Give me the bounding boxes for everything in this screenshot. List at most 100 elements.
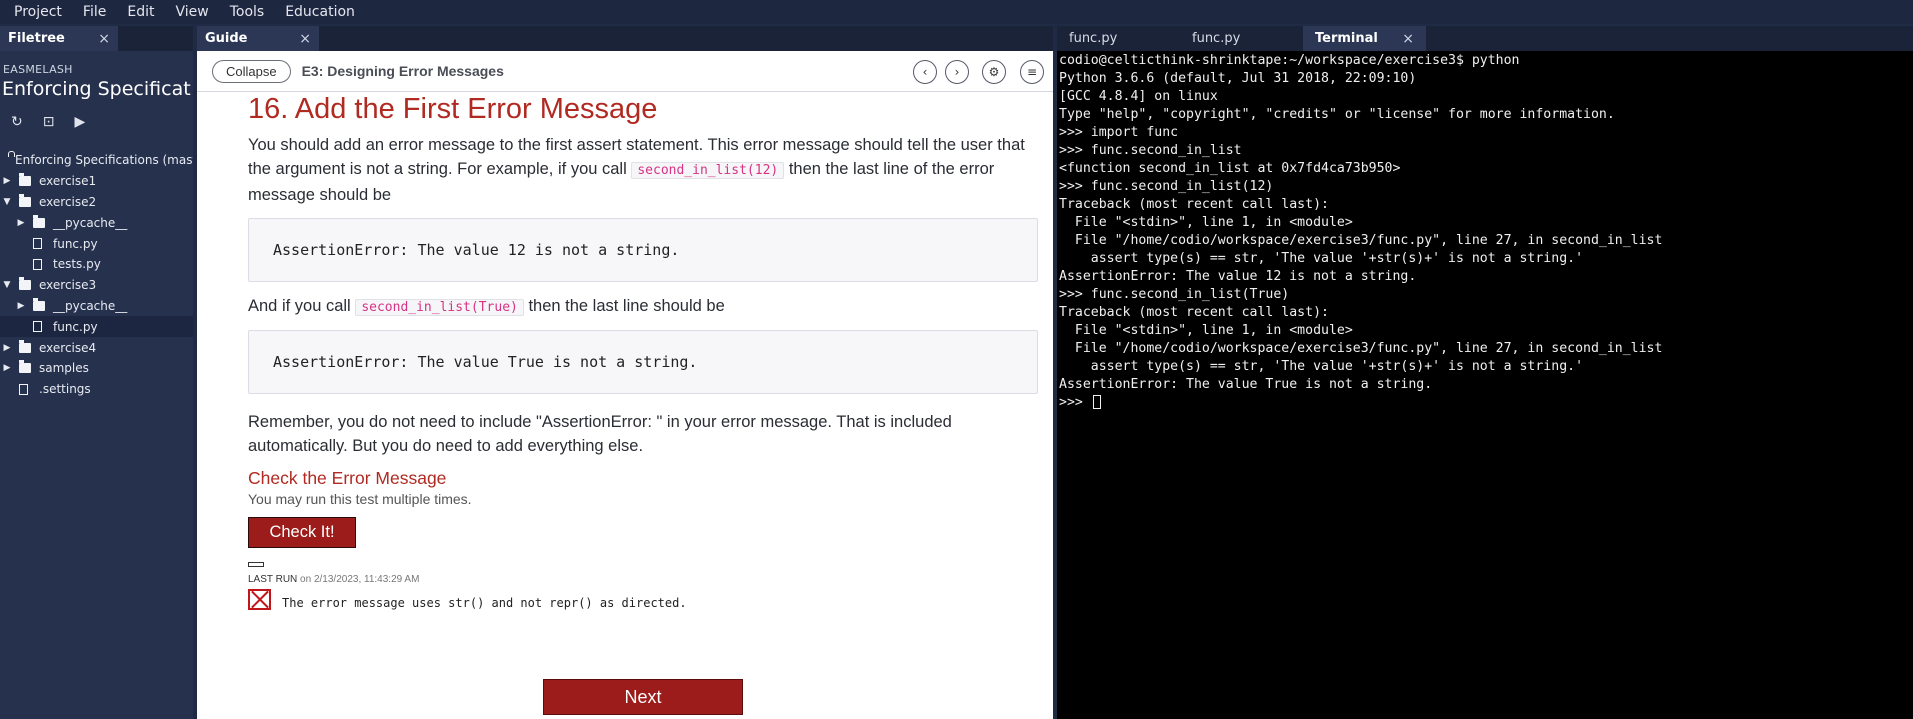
menu-tools[interactable]: Tools — [223, 4, 272, 20]
run-icon[interactable]: ▶ — [74, 114, 85, 130]
folder-item[interactable]: ▶ exercise1 — [0, 171, 193, 192]
terminal-output[interactable]: codio@celticthink-shrinktape:~/workspace… — [1057, 51, 1913, 412]
tab-filetree-label: Filetree — [8, 31, 65, 46]
editor-tabbar: func.py func.py Terminal × — [1057, 26, 1913, 51]
terminal-line: codio@celticthink-shrinktape:~/workspace… — [1059, 53, 1520, 68]
menu-project[interactable]: Project — [7, 4, 69, 20]
tree-item-label: .settings — [39, 382, 91, 397]
chevron-right-icon[interactable]: › — [945, 60, 969, 84]
chevron-right-icon[interactable]: ▶ — [1, 363, 13, 373]
file-item[interactable]: tests.py — [0, 254, 193, 275]
file-item[interactable]: .settings — [0, 379, 193, 400]
terminal-line: File "<stdin>", line 1, in <module> — [1059, 215, 1353, 230]
tree-item-label: func.py — [53, 236, 98, 251]
chevron-right-icon[interactable]: ▶ — [15, 301, 27, 311]
menu-education[interactable]: Education — [278, 4, 362, 20]
filetree-toolbar: ↻ ⊡ ▶ — [11, 114, 193, 130]
refresh-icon[interactable]: ↻ — [11, 114, 23, 130]
tab-filetree[interactable]: Filetree × — [0, 26, 118, 51]
folder-item[interactable]: ▼ exercise2 — [0, 192, 193, 213]
page-title: 16. Add the First Error Message — [248, 93, 658, 125]
terminal-line: File "/home/codio/workspace/exercise3/fu… — [1059, 233, 1663, 248]
tab-func-py-2[interactable]: func.py — [1180, 26, 1303, 51]
paragraph-text: then the last line should be — [523, 297, 725, 315]
folder-icon — [19, 360, 31, 374]
terminal-icon[interactable]: ⊡ — [43, 114, 55, 130]
terminal-line: >>> import func — [1059, 125, 1179, 140]
tab-func-py-1[interactable]: func.py — [1057, 26, 1180, 51]
tree-item-label: __pycache__ — [53, 215, 128, 230]
paragraph-text: And if you call — [248, 297, 356, 315]
chevron-right-icon[interactable]: ▶ — [1, 343, 13, 353]
code-block-2: AssertionError: The value True is not a … — [248, 330, 1038, 394]
terminal-line: Type "help", "copyright", "credits" or "… — [1059, 107, 1615, 122]
code-block-1: AssertionError: The value 12 is not a st… — [248, 218, 1038, 282]
folder-item[interactable]: ▶ __pycache__ — [0, 212, 193, 233]
chevron-right-icon[interactable]: ▶ — [1, 176, 13, 186]
file-item[interactable]: func.py — [0, 233, 193, 254]
check-note: You may run this test multiple times. — [248, 491, 472, 507]
file-icon — [33, 238, 42, 250]
tree-item-label: exercise4 — [39, 340, 97, 355]
filetree-root[interactable]: Enforcing Specifications (maste — [0, 150, 193, 171]
terminal-prompt-line[interactable]: >>> — [1059, 394, 1913, 412]
terminal-line: assert type(s) == str, 'The value '+str(… — [1059, 251, 1584, 266]
terminal-line: >>> func.second_in_list — [1059, 143, 1242, 158]
list-icon[interactable]: ≡ — [1020, 60, 1044, 84]
close-icon[interactable]: × — [299, 31, 311, 47]
folder-item[interactable]: ▶ __pycache__ — [0, 296, 193, 317]
check-result: The error message uses str() and not rep… — [248, 589, 1053, 610]
chevron-right-icon[interactable]: ▶ — [15, 218, 27, 228]
tab-terminal[interactable]: Terminal × — [1303, 26, 1426, 51]
tab-label: func.py — [1069, 31, 1118, 46]
project-title: Enforcing Specificati... — [2, 78, 192, 100]
paragraph-2: And if you call second_in_list(True) the… — [248, 294, 1038, 320]
menu-file[interactable]: File — [76, 4, 113, 20]
file-item[interactable]: func.py — [0, 316, 193, 338]
file-icon — [33, 258, 42, 270]
terminal-panel: func.py func.py Terminal × codio@celticth… — [1057, 26, 1913, 719]
tree-item-label: samples — [39, 361, 89, 376]
folder-item[interactable]: ▶ samples — [0, 358, 193, 379]
menu-view[interactable]: View — [168, 4, 215, 20]
terminal-line: Traceback (most recent call last): — [1059, 305, 1329, 320]
filetree-tabbar: Filetree × — [0, 26, 193, 51]
terminal-prompt: >>> — [1059, 395, 1091, 410]
check-heading: Check the Error Message — [248, 468, 447, 488]
terminal-line: >>> func.second_in_list(12) — [1059, 179, 1274, 194]
folder-icon — [19, 339, 31, 353]
result-message: The error message uses str() and not rep… — [282, 595, 687, 610]
close-icon[interactable]: × — [98, 31, 110, 47]
next-button[interactable]: Next — [543, 679, 743, 715]
tree-item-label: func.py — [53, 319, 98, 334]
file-icon — [33, 321, 42, 333]
gear-icon[interactable]: ⚙ — [982, 60, 1006, 84]
terminal-line: <function second_in_list at 0x7fd4ca73b9… — [1059, 161, 1401, 176]
inline-code: second_in_list(True) — [355, 299, 524, 316]
terminal-line: AssertionError: The value 12 is not a st… — [1059, 269, 1417, 284]
folder-item[interactable]: ▶ exercise4 — [0, 337, 193, 358]
tree-item-label: tests.py — [53, 257, 101, 272]
terminal-line: [GCC 4.8.4] on linux — [1059, 89, 1218, 104]
tab-label: Terminal — [1315, 31, 1378, 46]
last-run-timestamp: on 2/13/2023, 11:43:29 AM — [297, 574, 420, 585]
check-it-button[interactable]: Check It! — [248, 517, 356, 548]
folder-icon — [19, 173, 31, 187]
folder-item[interactable]: ▼ exercise3 — [0, 275, 193, 296]
tree-item-label: __pycache__ — [53, 298, 128, 313]
chevron-down-icon[interactable]: ▼ — [1, 197, 13, 207]
chevron-left-icon[interactable]: ‹ — [913, 60, 937, 84]
project-owner: EASMELASH — [3, 63, 73, 76]
tree-item-label: exercise2 — [39, 194, 97, 209]
guide-toolbar: Collapse E3: Designing Error Messages ‹ … — [197, 51, 1053, 92]
close-icon[interactable]: × — [1402, 31, 1414, 47]
chevron-down-icon[interactable]: ▼ — [1, 280, 13, 290]
terminal-line: File "<stdin>", line 1, in <module> — [1059, 323, 1353, 338]
menu-edit[interactable]: Edit — [120, 4, 161, 20]
progress-indicator — [248, 562, 264, 567]
filetree-panel: Filetree × EASMELASH Enforcing Specifica… — [0, 26, 193, 719]
collapse-button[interactable]: Collapse — [212, 59, 291, 83]
terminal-line: Traceback (most recent call last): — [1059, 197, 1329, 212]
tab-guide[interactable]: Guide × — [197, 26, 319, 51]
tree-item-label: exercise1 — [39, 174, 97, 189]
